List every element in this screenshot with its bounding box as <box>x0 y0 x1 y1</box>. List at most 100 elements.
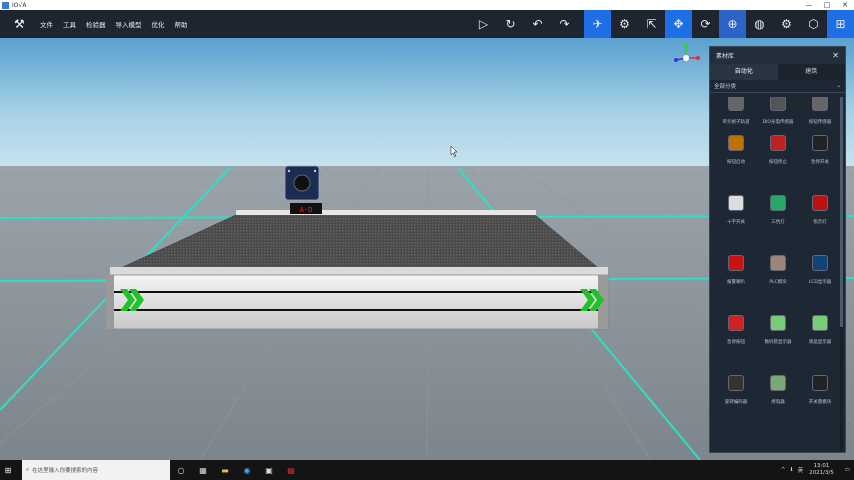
settings-button[interactable]: ⚙ <box>773 10 800 38</box>
library-item[interactable]: 旋转编码器 <box>716 369 756 405</box>
library-item[interactable]: 急停开关 <box>800 129 838 165</box>
library-item[interactable]: 单元格子轨道 <box>716 97 756 125</box>
clock[interactable]: 13:01 2021/3/5 <box>809 463 834 477</box>
library-item[interactable]: 三色灯 <box>758 189 798 225</box>
menu-help[interactable]: 帮助 <box>175 19 188 29</box>
input-method-icon[interactable]: 英 <box>798 466 804 474</box>
grid-button[interactable]: ⊞ <box>827 10 854 38</box>
menu-optimize[interactable]: 优化 <box>152 19 165 29</box>
menu-bar: ⚒ 文件 工具 检验器 导入模型 优化 帮助 ▷ ↻ ↶ ↷ ✈ ⚙ ⇱ ✥ ⟳… <box>0 10 854 38</box>
app-icon <box>2 1 9 9</box>
clock-time: 13:01 <box>813 463 830 469</box>
menu-tools[interactable]: 工具 <box>63 19 76 29</box>
close-icon[interactable]: ✕ <box>832 51 839 60</box>
library-item[interactable]: 十字开关 <box>716 189 756 225</box>
library-item[interactable]: DIO光电传感器 <box>758 97 798 125</box>
globe-button[interactable]: ◍ <box>746 10 773 38</box>
rotate-button[interactable]: ⟳ <box>692 10 719 38</box>
library-item-label: 三色灯 <box>771 220 785 225</box>
library-item-label: 继电器 <box>771 400 785 405</box>
taskbar-app-1[interactable]: ▦ <box>192 460 214 480</box>
taskbar-search[interactable]: ⌕ 在这里输入你要搜索的内容 <box>22 460 170 480</box>
library-item-label: 单元格子轨道 <box>722 120 750 125</box>
file-explorer-icon[interactable]: ▬ <box>214 460 236 480</box>
library-item-swatch <box>729 97 743 110</box>
taskbar-app-5[interactable]: ▤ <box>280 460 302 480</box>
tray-info-icon[interactable]: ℹ <box>790 467 792 473</box>
library-panel: 素材库 ✕ 自动化 建筑 全部分类 ⌄ 单元格子轨道 DIO光电传感器 按钮传感器按… <box>709 46 846 453</box>
tab-automation[interactable]: 自动化 <box>710 64 778 80</box>
maximize-button[interactable]: □ <box>818 0 836 10</box>
redo-button[interactable]: ↷ <box>551 10 578 38</box>
library-item-thumbnail <box>758 189 798 217</box>
library-item-thumbnail <box>716 369 756 397</box>
library-item-label: 数码管显示器 <box>764 340 792 345</box>
library-item[interactable]: 报警喇叭 <box>716 249 756 285</box>
clock-date: 2021/3/5 <box>809 470 834 476</box>
library-item-thumbnail <box>800 97 838 117</box>
library-item-thumbnail <box>716 129 756 157</box>
library-item[interactable]: 指示灯 <box>800 189 838 225</box>
undo-button[interactable]: ↶ <box>524 10 551 38</box>
undo-icon: ↶ <box>532 17 543 31</box>
scrollbar[interactable] <box>840 97 843 451</box>
settings-icon: ⚙ <box>781 17 792 31</box>
cube-button[interactable]: ⬡ <box>800 10 827 38</box>
play-button[interactable]: ▷ <box>470 10 497 38</box>
tray-expand-icon[interactable]: ^ <box>781 467 786 473</box>
library-item[interactable]: 液晶显示器 <box>800 309 838 345</box>
library-item[interactable]: LCD显示器 <box>800 249 838 285</box>
scrollbar-thumb[interactable] <box>840 97 843 327</box>
library-item[interactable]: 按钮启动 <box>716 129 756 165</box>
library-item-label: PLC模块 <box>769 280 787 285</box>
library-item[interactable]: 数码管显示器 <box>758 309 798 345</box>
menu-inspector[interactable]: 检验器 <box>86 19 106 29</box>
library-item[interactable]: 按钮传感器 <box>800 97 838 125</box>
library-item-swatch <box>729 256 743 270</box>
menu-import-model[interactable]: 导入模型 <box>116 19 142 29</box>
library-item-swatch <box>813 97 827 110</box>
move-icon: ✥ <box>673 17 684 31</box>
browser-icon[interactable]: ◉ <box>236 460 258 480</box>
select-button[interactable]: ⇱ <box>638 10 665 38</box>
reset-button[interactable]: ↻ <box>497 10 524 38</box>
dial-display: A-D <box>300 206 313 214</box>
play-icon: ▷ <box>478 17 489 31</box>
taskbar-app-4[interactable]: ▣ <box>258 460 280 480</box>
library-item-label: DIO光电传感器 <box>762 120 794 125</box>
library-item[interactable]: 急停按钮 <box>716 309 756 345</box>
grid-icon: ⊞ <box>835 17 846 31</box>
select-icon: ⇱ <box>646 17 657 31</box>
library-item-label: 开关量模块 <box>808 400 832 405</box>
camera-button[interactable]: ⚙ <box>611 10 638 38</box>
library-item-label: 液晶显示器 <box>808 340 832 345</box>
library-item-thumbnail <box>800 309 838 337</box>
library-item-thumbnail <box>716 97 756 117</box>
library-item[interactable]: PLC模块 <box>758 249 798 285</box>
notification-icon[interactable]: ▭ <box>845 467 850 473</box>
tab-building[interactable]: 建筑 <box>777 64 845 80</box>
library-item[interactable]: 继电器 <box>758 369 798 405</box>
library-item-label: LCD显示器 <box>808 280 832 285</box>
title-bar: IO√A — □ ✕ <box>0 0 854 10</box>
move-button[interactable]: ✥ <box>665 10 692 38</box>
task-view-icon[interactable]: ○ <box>170 460 192 480</box>
close-button[interactable]: ✕ <box>836 0 854 10</box>
library-item[interactable]: 开关量模块 <box>800 369 838 405</box>
target-button[interactable]: ⊕ <box>719 10 746 38</box>
category-filter[interactable]: 全部分类 ⌄ <box>710 80 845 93</box>
target-icon: ⊕ <box>727 17 738 31</box>
rotate-icon: ⟳ <box>700 17 711 31</box>
library-item-swatch <box>729 376 743 390</box>
library-item[interactable]: 按钮停止 <box>758 129 798 165</box>
library-item-swatch <box>729 196 743 210</box>
window-title: IO√A <box>12 1 27 9</box>
minimize-button[interactable]: — <box>800 0 818 10</box>
start-button[interactable]: ⊞ <box>0 460 16 480</box>
library-item-label: 十字开关 <box>727 220 745 225</box>
search-icon: ⌕ <box>26 466 30 473</box>
menu-file[interactable]: 文件 <box>40 19 53 29</box>
redo-icon: ↷ <box>559 17 570 31</box>
library-item-thumbnail <box>800 249 838 277</box>
robot-button[interactable]: ✈ <box>584 10 611 38</box>
